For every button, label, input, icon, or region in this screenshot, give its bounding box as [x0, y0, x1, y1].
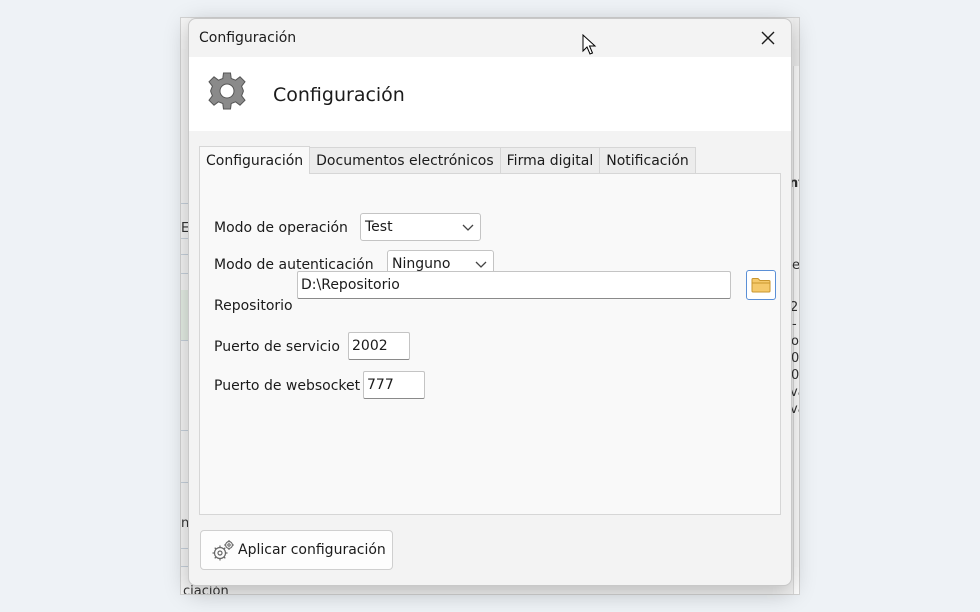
- apply-configuration-button[interactable]: Aplicar configuración: [200, 530, 393, 570]
- tab-notificacion[interactable]: Notificación: [599, 147, 696, 174]
- apply-configuration-label: Aplicar configuración: [238, 542, 386, 558]
- gear-icon: [208, 72, 246, 110]
- folder-icon: [751, 278, 771, 293]
- window-title: Configuración: [199, 30, 297, 46]
- close-button[interactable]: [749, 23, 787, 53]
- background-text-fragment: 0.: [791, 368, 800, 383]
- title-bar[interactable]: Configuración: [189, 19, 791, 57]
- modo-operacion-dropdown[interactable]: Test: [360, 213, 481, 241]
- mouse-cursor-icon: [582, 34, 597, 55]
- repositorio-input[interactable]: D:\Repositorio: [297, 271, 731, 299]
- chevron-down-icon: [462, 224, 474, 231]
- modo-operacion-label: Modo de operación: [214, 220, 348, 236]
- tab-documentos-electronicos[interactable]: Documentos electrónicos: [309, 147, 501, 174]
- background-text-fragment: o:: [791, 334, 799, 349]
- configuration-dialog: Configuración Configuración Configuració…: [188, 18, 792, 586]
- background-text-fragment: e: [792, 258, 800, 273]
- tab-firma-digital[interactable]: Firma digital: [499, 147, 601, 174]
- gears-icon: [212, 540, 234, 561]
- puerto-servicio-input[interactable]: 2002: [348, 332, 410, 360]
- repositorio-label: Repositorio: [214, 298, 293, 314]
- puerto-servicio-label: Puerto de servicio: [214, 339, 340, 355]
- close-icon: [761, 31, 775, 45]
- background-text-fragment: 0.: [791, 351, 800, 366]
- background-right-header: [793, 18, 799, 66]
- puerto-websocket-input[interactable]: 777: [363, 371, 425, 399]
- tab-content-configuracion: Modo de operación Test Modo de autentica…: [199, 173, 781, 515]
- modo-autenticacion-value: Ninguno: [392, 256, 451, 272]
- tab-configuracion[interactable]: Configuración: [199, 146, 311, 174]
- modo-operacion-value: Test: [365, 219, 393, 235]
- header-title: Configuración: [273, 84, 405, 106]
- browse-folder-button[interactable]: [746, 270, 776, 300]
- header-panel: Configuración: [189, 57, 791, 131]
- tab-strip: Configuración Documentos electrónicos Fi…: [199, 146, 696, 174]
- background-text-fragment: -: [792, 317, 797, 332]
- chevron-down-icon: [475, 261, 487, 268]
- puerto-websocket-label: Puerto de websocket: [214, 378, 361, 394]
